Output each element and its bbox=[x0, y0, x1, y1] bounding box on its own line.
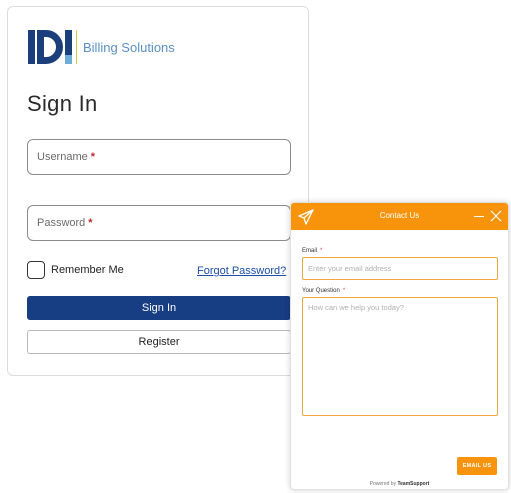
email-us-button[interactable]: EMAIL US bbox=[457, 457, 497, 475]
page-title: Sign In bbox=[27, 91, 98, 116]
username-input[interactable]: Username * bbox=[27, 139, 291, 175]
question-placeholder: How can we help you today? bbox=[308, 303, 404, 312]
logo-product-name: Billing Solutions bbox=[83, 39, 175, 55]
password-placeholder: Password bbox=[37, 217, 86, 229]
remember-me-checkbox[interactable] bbox=[27, 261, 45, 279]
sign-in-button[interactable]: Sign In bbox=[27, 296, 291, 320]
minimize-icon[interactable] bbox=[474, 216, 484, 217]
email-placeholder: Enter your email address bbox=[308, 264, 392, 273]
close-icon[interactable] bbox=[490, 210, 502, 222]
email-label: Email * bbox=[302, 248, 323, 254]
email-field[interactable]: Enter your email address bbox=[302, 257, 498, 280]
powered-by: Powered by TeamSupport bbox=[369, 481, 430, 487]
idi-logo: Billing Solutions bbox=[28, 27, 175, 67]
remember-me-label: Remember Me bbox=[51, 264, 124, 276]
required-mark: * bbox=[90, 151, 96, 163]
signin-card: Billing Solutions Sign In Username * Pass… bbox=[7, 6, 309, 376]
logo-separator bbox=[76, 30, 77, 64]
register-button[interactable]: Register bbox=[27, 330, 291, 354]
teamsupport-link[interactable]: TeamSupport bbox=[397, 481, 429, 487]
question-label: Your Question * bbox=[302, 288, 346, 294]
idi-logo-mark bbox=[28, 29, 72, 65]
password-input[interactable]: Password * bbox=[27, 205, 291, 241]
forgot-password-link[interactable]: Forgot Password? bbox=[197, 265, 286, 277]
required-mark: * bbox=[88, 217, 93, 229]
remember-me[interactable]: Remember Me bbox=[27, 261, 124, 279]
username-placeholder: Username bbox=[37, 151, 88, 163]
contact-widget-header: Contact Us bbox=[291, 203, 508, 230]
question-textarea[interactable]: How can we help you today? bbox=[302, 297, 498, 416]
contact-widget: Contact Us Email * Enter your email addre… bbox=[290, 202, 509, 490]
